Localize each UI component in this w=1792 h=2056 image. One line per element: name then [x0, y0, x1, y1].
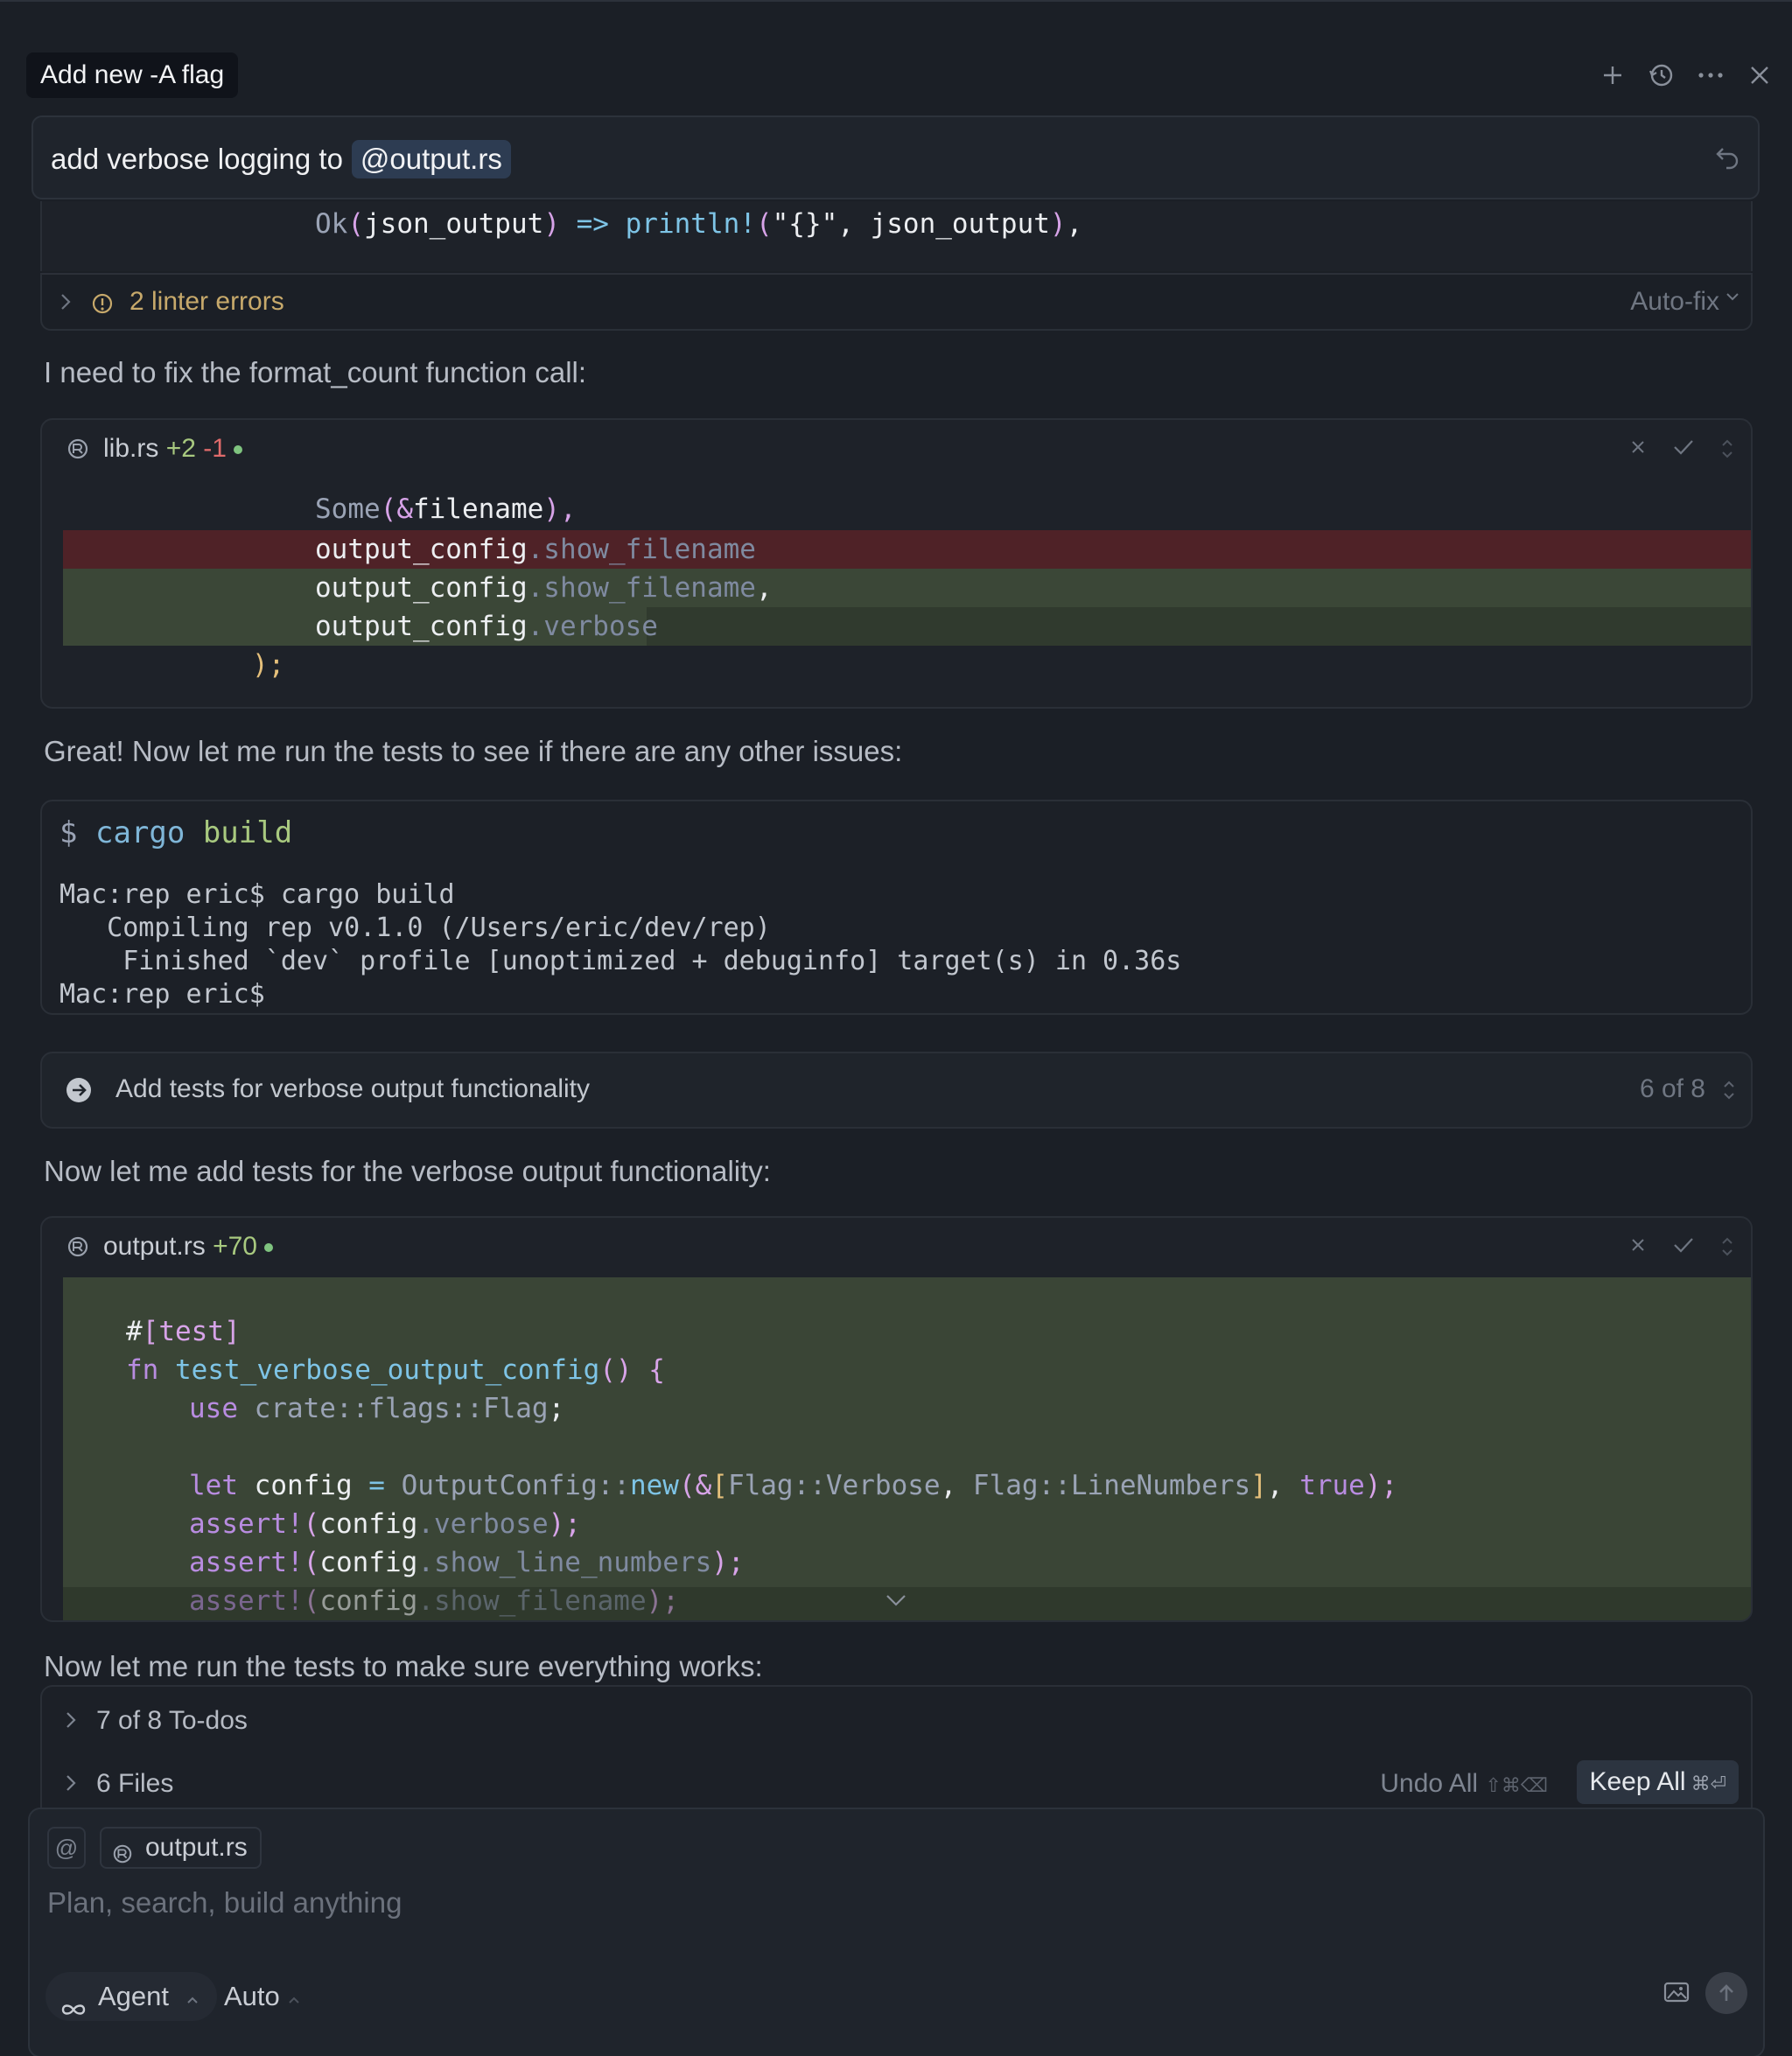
reject-icon[interactable]	[1628, 1235, 1648, 1262]
rust-file-icon	[112, 1837, 133, 1876]
context-chip-label: output.rs	[145, 1833, 248, 1862]
context-chip[interactable]: output.rs	[100, 1827, 262, 1869]
expand-icon[interactable]	[1719, 1235, 1735, 1262]
linter-errors-row[interactable]: 2 linter errors Auto-fix	[40, 273, 1753, 331]
diff-actions	[1628, 437, 1735, 465]
files-label: 6 Files	[96, 1769, 174, 1798]
send-button[interactable]	[1705, 1972, 1747, 2014]
diff-header: output.rs +70	[42, 1218, 1751, 1281]
chevron-right-icon	[65, 1710, 77, 1735]
accept-icon[interactable]	[1672, 437, 1695, 465]
warning-icon	[91, 292, 114, 319]
user-query[interactable]: add verbose logging to @output.rs	[32, 115, 1760, 199]
more-icon[interactable]	[1696, 58, 1726, 93]
terminal-output: $ cargo build Mac:rep eric$ cargo build …	[40, 800, 1753, 1015]
diff-card-output: output.rs +70 #[test] fn test_verbose_ou…	[40, 1216, 1753, 1622]
code-line: output_config.show_filename,	[315, 572, 773, 604]
todo-label: Add tests for verbose output functionali…	[116, 1074, 590, 1103]
rust-file-icon	[66, 1235, 89, 1262]
code-snippet: Ok(json_output) => println!("{}", json_o…	[40, 201, 1753, 271]
todos-row[interactable]: 7 of 8 To-dos	[42, 1696, 1751, 1748]
code-line: use crate::flags::Flag;	[189, 1393, 565, 1424]
composer: @ output.rs Plan, search, build anything…	[28, 1808, 1765, 2056]
keep-all-button[interactable]: Keep All ⌘⏎	[1577, 1760, 1739, 1804]
history-icon[interactable]	[1647, 58, 1676, 93]
code-line: );	[252, 649, 285, 681]
agent-label: Agent	[98, 1981, 170, 2011]
assistant-message: Now let me add tests for the verbose out…	[44, 1155, 771, 1187]
autofix-button[interactable]: Auto-fix	[1630, 287, 1719, 317]
model-selector[interactable]: Auto	[224, 1972, 301, 2021]
code-line: output_config.show_filename	[315, 534, 756, 565]
rust-file-icon	[66, 437, 89, 465]
accept-icon[interactable]	[1672, 1235, 1695, 1262]
diff-actions	[1628, 1235, 1735, 1262]
diff-header: lib.rs +2 -1	[42, 420, 1751, 483]
chevron-right-icon	[65, 1773, 77, 1798]
prompt-input[interactable]: Plan, search, build anything	[47, 1886, 402, 1920]
linter-errors-label: 2 linter errors	[130, 287, 284, 316]
infinity-icon	[58, 1986, 89, 2035]
todos-label: 7 of 8 To-dos	[96, 1706, 248, 1735]
code-line: Ok(json_output) => println!("{}", json_o…	[315, 208, 1083, 240]
todo-count: 6 of 8	[1639, 1074, 1705, 1103]
code-line: fn test_verbose_output_config() {	[126, 1354, 665, 1386]
chevron-updown-icon[interactable]	[1721, 1078, 1737, 1107]
files-row[interactable]: 6 Files Undo All ⇧⌘⌫ Keep All ⌘⏎	[42, 1759, 1751, 1811]
expand-icon[interactable]	[1719, 437, 1735, 465]
chevron-down-icon	[1725, 290, 1740, 307]
code-line: assert!(config.show_line_numbers);	[189, 1547, 745, 1578]
query-text: add verbose logging to @output.rs	[51, 117, 511, 201]
mention-button[interactable]: @	[47, 1827, 86, 1869]
arrow-circle-icon	[65, 1076, 93, 1108]
chevron-right-icon	[60, 290, 72, 318]
terminal-log: Mac:rep eric$ cargo build Compiling rep …	[60, 879, 1182, 1010]
panel-header: Add new -A flag	[26, 52, 1774, 98]
added-line-tail	[647, 607, 1751, 646]
plus-icon[interactable]	[1598, 58, 1628, 93]
close-icon[interactable]	[1745, 58, 1774, 93]
assistant-message: Now let me run the tests to make sure ev…	[44, 1650, 763, 1682]
file-mention[interactable]: @output.rs	[351, 140, 511, 178]
terminal-command: $ cargo build	[60, 815, 293, 850]
code-line: #[test]	[126, 1316, 241, 1347]
reject-icon[interactable]	[1628, 437, 1648, 465]
assistant-message: I need to fix the format_count function …	[44, 356, 587, 388]
code-line: let config = OutputConfig::new(&[Flag::V…	[189, 1470, 1398, 1501]
image-icon[interactable]	[1663, 1981, 1690, 2008]
code-line: assert!(config.show_filename);	[189, 1585, 679, 1617]
review-bar: 7 of 8 To-dos 6 Files Undo All ⇧⌘⌫ Keep …	[40, 1685, 1753, 1808]
diff-filename[interactable]: output.rs +70	[103, 1232, 273, 1262]
revert-icon[interactable]	[1714, 143, 1740, 174]
header-actions	[1598, 52, 1774, 98]
undo-all-button[interactable]: Undo All ⇧⌘⌫	[1380, 1769, 1548, 1799]
chat-panel: Add new -A flag add verbose logging to @o…	[0, 0, 1792, 2056]
query-label: add verbose logging to	[51, 143, 343, 175]
assistant-message: Great! Now let me run the tests to see i…	[44, 735, 903, 767]
diff-card-lib: lib.rs +2 -1 Some(&filename), output_con…	[40, 418, 1753, 709]
agent-mode-selector[interactable]: Agent	[46, 1972, 217, 2021]
chat-title-tab[interactable]: Add new -A flag	[26, 52, 239, 98]
todo-card[interactable]: Add tests for verbose output functionali…	[40, 1052, 1753, 1129]
code-line: Some(&filename),	[315, 493, 577, 525]
chevron-down-icon[interactable]	[884, 1592, 908, 1612]
code-line: output_config.verbose	[315, 611, 658, 642]
code-line: assert!(config.verbose);	[189, 1508, 581, 1540]
diff-filename[interactable]: lib.rs +2 -1	[103, 434, 242, 464]
